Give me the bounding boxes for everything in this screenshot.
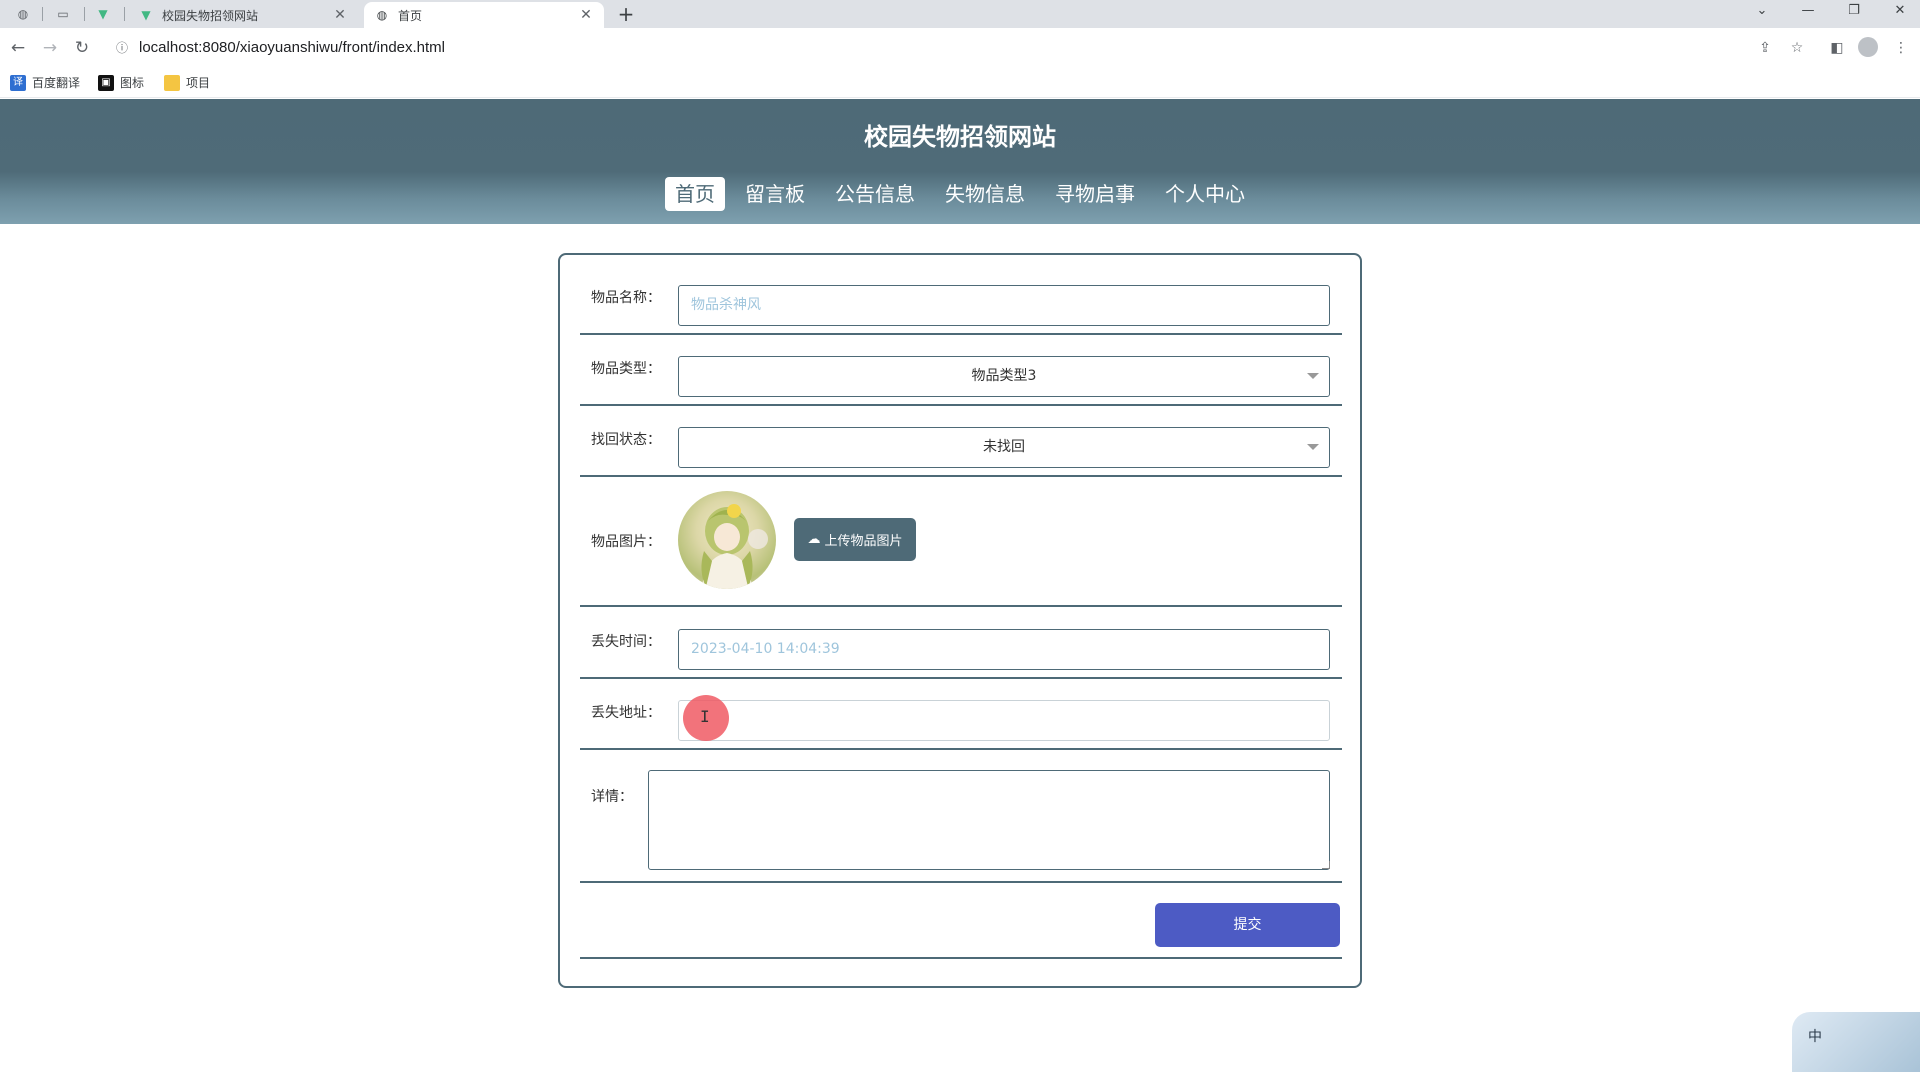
browser-toolbar: ← → ↻ ⓘ localhost:8080/xiaoyuanshiwu/fro…: [0, 28, 1920, 68]
upload-image-button[interactable]: ☁ 上传物品图片: [794, 518, 916, 561]
nav-personal-center[interactable]: 个人中心: [1155, 177, 1255, 211]
new-tab-button[interactable]: +: [614, 2, 638, 26]
form-row-submit: 提交: [580, 883, 1342, 959]
site-info-icon[interactable]: ⓘ: [112, 38, 132, 58]
found-status-label: 找回状态：: [591, 432, 661, 448]
form-row-item-name: 物品名称： 物品杀神风: [580, 255, 1342, 335]
nav-message-board[interactable]: 留言板: [735, 177, 815, 211]
item-name-input[interactable]: 物品杀神风: [678, 285, 1330, 326]
text-cursor-icon: I: [700, 707, 710, 726]
share-icon[interactable]: ⇪: [1754, 37, 1776, 59]
close-window-icon[interactable]: ✕: [1880, 0, 1920, 22]
ime-mode-label: 中: [1808, 1029, 1822, 1045]
bookmark-icons[interactable]: ▣ 图标: [98, 74, 144, 91]
bookmark-baidu-translate[interactable]: 译 百度翻译: [10, 74, 80, 91]
pinned-tab-globe-icon[interactable]: ◍: [8, 2, 38, 26]
item-image-label: 物品图片：: [591, 534, 661, 550]
reload-icon[interactable]: ↻: [70, 36, 94, 60]
side-panel-icon[interactable]: ◧: [1826, 37, 1848, 59]
lost-time-input[interactable]: 2023-04-10 14:04:39: [678, 629, 1330, 670]
tab-home[interactable]: ◍ 首页 ✕: [364, 2, 604, 28]
site-title: 校园失物招领网站: [864, 123, 1056, 151]
close-tab-icon[interactable]: ✕: [332, 7, 348, 23]
lost-item-form: 物品名称： 物品杀神风 物品类型： 物品类型3 找回状态： 未找回 物品图片：: [558, 253, 1362, 988]
tab-site[interactable]: ▼ 校园失物招领网站 ✕: [128, 2, 358, 28]
bookmark-star-icon[interactable]: ☆: [1786, 37, 1808, 59]
site-header: 校园失物招领网站 首页 留言板 公告信息 失物信息 寻物启事 个人中心: [0, 99, 1920, 224]
bookmark-folder-projects[interactable]: 项目: [164, 74, 210, 91]
tab-separator: [124, 7, 125, 21]
found-status-select[interactable]: 未找回: [678, 427, 1330, 468]
tab-title: 校园失物招领网站: [162, 8, 259, 23]
item-type-select[interactable]: 物品类型3: [678, 356, 1330, 397]
restore-icon[interactable]: ❐: [1834, 0, 1874, 22]
address-bar[interactable]: localhost:8080/xiaoyuanshiwu/front/index…: [139, 39, 445, 56]
chevron-down-icon: [1307, 373, 1319, 379]
minimize-icon[interactable]: —: [1788, 0, 1828, 22]
globe-favicon-icon: ◍: [376, 8, 388, 22]
tab-separator: [42, 7, 43, 21]
form-row-details: 详情：: [580, 750, 1342, 883]
form-row-found-status: 找回状态： 未找回: [580, 406, 1342, 477]
item-image-thumbnail[interactable]: [678, 491, 776, 589]
cloud-upload-icon: ☁: [807, 532, 821, 547]
main-nav: 首页 留言板 公告信息 失物信息 寻物启事 个人中心: [0, 177, 1920, 211]
item-name-label: 物品名称：: [591, 290, 661, 306]
close-tab-icon[interactable]: ✕: [578, 7, 594, 23]
resize-handle-icon[interactable]: [1322, 861, 1330, 869]
details-label: 详情：: [591, 789, 633, 805]
upload-button-label: 上传物品图片: [824, 534, 903, 549]
bookmark-label: 图标: [120, 76, 145, 90]
form-row-item-type: 物品类型： 物品类型3: [580, 335, 1342, 406]
bookmark-label: 项目: [186, 76, 211, 90]
ime-widget[interactable]: 中: [1792, 1012, 1920, 1072]
form-row-item-image: 物品图片： ☁ 上传物品图片: [580, 477, 1342, 607]
tab-search-icon[interactable]: ⌄: [1742, 0, 1782, 22]
chevron-down-icon: [1307, 444, 1319, 450]
anime-girl-illustration: [701, 504, 768, 589]
lost-address-input[interactable]: [678, 700, 1330, 741]
item-type-value: 物品类型3: [971, 368, 1037, 384]
forward-arrow-icon[interactable]: →: [38, 36, 62, 60]
translate-icon: 译: [10, 74, 26, 91]
nav-announcements[interactable]: 公告信息: [825, 177, 925, 211]
nav-home[interactable]: 首页: [665, 177, 725, 211]
pinned-tab-blank-icon[interactable]: ▭: [48, 2, 78, 26]
tab-title: 首页: [398, 8, 423, 23]
back-arrow-icon[interactable]: ←: [6, 36, 30, 60]
bookmark-label: 百度翻译: [32, 76, 81, 90]
pinned-tab-vue-icon[interactable]: ▼: [88, 2, 118, 26]
details-textarea[interactable]: [648, 770, 1330, 870]
folder-icon: [164, 74, 180, 91]
submit-button[interactable]: 提交: [1155, 903, 1340, 947]
item-type-label: 物品类型：: [591, 361, 661, 377]
browser-tab-strip: ◍ ▭ ▼ ▼ 校园失物招领网站 ✕ ◍ 首页 ✕ + ⌄ — ❐ ✕: [0, 0, 1920, 28]
vue-favicon-icon: ▼: [141, 8, 151, 22]
lost-address-label: 丢失地址：: [591, 705, 661, 721]
tab-separator: [84, 7, 85, 21]
nav-lost-items[interactable]: 失物信息: [935, 177, 1035, 211]
nav-lost-notices[interactable]: 寻物启事: [1045, 177, 1145, 211]
menu-kebab-icon[interactable]: ⋮: [1890, 37, 1912, 59]
bookmarks-bar: 译 百度翻译 ▣ 图标 项目: [0, 68, 1920, 98]
image-icon: ▣: [98, 74, 114, 91]
lost-time-label: 丢失时间：: [591, 634, 661, 650]
profile-avatar[interactable]: [1858, 37, 1878, 57]
found-status-value: 未找回: [983, 439, 1025, 455]
form-row-lost-time: 丢失时间： 2023-04-10 14:04:39: [580, 607, 1342, 679]
